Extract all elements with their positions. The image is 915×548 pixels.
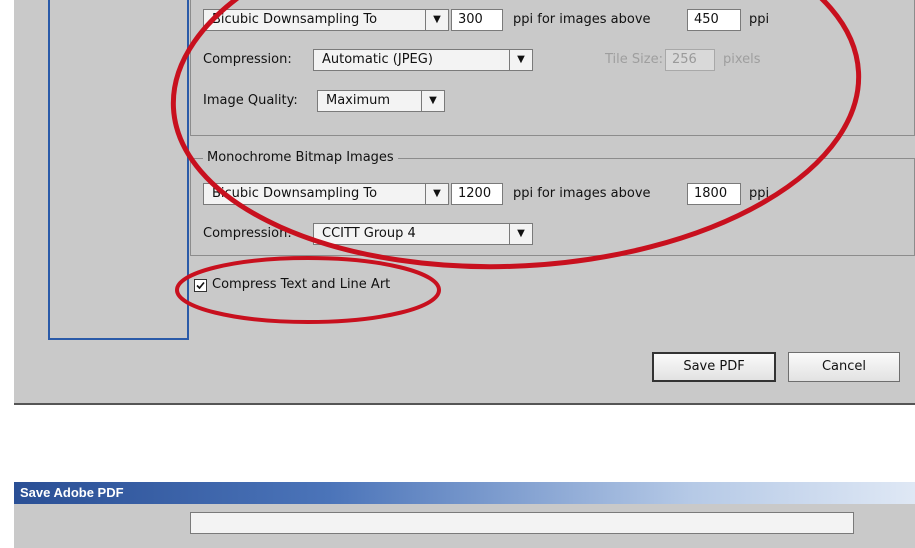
title-bar: Save Adobe PDF — [14, 482, 915, 504]
mono-compression-value: CCITT Group 4 — [322, 226, 416, 241]
preset-select[interactable] — [190, 512, 854, 534]
compress-text-label: Compress Text and Line Art — [212, 277, 391, 292]
mono-downsampling-value: Bicubic Downsampling To — [212, 186, 378, 201]
monochrome-images-group: Monochrome Bitmap Images Bicubic Downsam… — [190, 150, 915, 256]
color-compression-label: Compression: — [203, 52, 292, 67]
category-list-panel[interactable] — [48, 0, 189, 340]
chevron-down-icon: ▼ — [509, 50, 532, 70]
chevron-down-icon: ▼ — [425, 10, 448, 30]
save-adobe-pdf-dialog: Save Adobe PDF — [14, 482, 915, 548]
tile-size-label: Tile Size: — [605, 52, 663, 67]
color-compression-value: Automatic (JPEG) — [322, 52, 433, 67]
tile-size-input: 256 — [665, 49, 715, 71]
compress-text-checkbox[interactable] — [194, 279, 207, 292]
color-downsampling-value: Bicubic Downsampling To — [212, 12, 378, 27]
monochrome-group-title: Monochrome Bitmap Images — [203, 150, 398, 165]
export-dialog: Bicubic Downsampling To ▼ 300 ppi for im… — [14, 0, 915, 405]
image-quality-label: Image Quality: — [203, 93, 298, 108]
checkmark-icon — [196, 281, 205, 290]
save-pdf-button[interactable]: Save PDF — [652, 352, 776, 382]
color-downsampling-select[interactable]: Bicubic Downsampling To ▼ — [203, 9, 449, 31]
color-above-unit: ppi — [749, 12, 770, 27]
color-compression-select[interactable]: Automatic (JPEG) ▼ — [313, 49, 533, 71]
mono-downsampling-select[interactable]: Bicubic Downsampling To ▼ — [203, 183, 449, 205]
image-quality-select[interactable]: Maximum ▼ — [317, 90, 445, 112]
mono-compression-select[interactable]: CCITT Group 4 ▼ — [313, 223, 533, 245]
color-ppi-input[interactable]: 300 — [451, 9, 503, 31]
mono-ppi-input[interactable]: 1200 — [451, 183, 503, 205]
tile-size-unit: pixels — [723, 52, 761, 67]
mono-ppi-label: ppi for images above — [513, 186, 651, 201]
dialog-title: Save Adobe PDF — [20, 485, 124, 500]
mono-compression-label: Compression: — [203, 226, 292, 241]
image-quality-value: Maximum — [326, 93, 391, 108]
mono-above-input[interactable]: 1800 — [687, 183, 741, 205]
chevron-down-icon: ▼ — [425, 184, 448, 204]
color-above-input[interactable]: 450 — [687, 9, 741, 31]
cancel-button[interactable]: Cancel — [788, 352, 900, 382]
chevron-down-icon: ▼ — [509, 224, 532, 244]
mono-above-unit: ppi — [749, 186, 770, 201]
chevron-down-icon: ▼ — [421, 91, 444, 111]
color-images-group: Bicubic Downsampling To ▼ 300 ppi for im… — [190, 0, 915, 136]
color-ppi-label: ppi for images above — [513, 12, 651, 27]
